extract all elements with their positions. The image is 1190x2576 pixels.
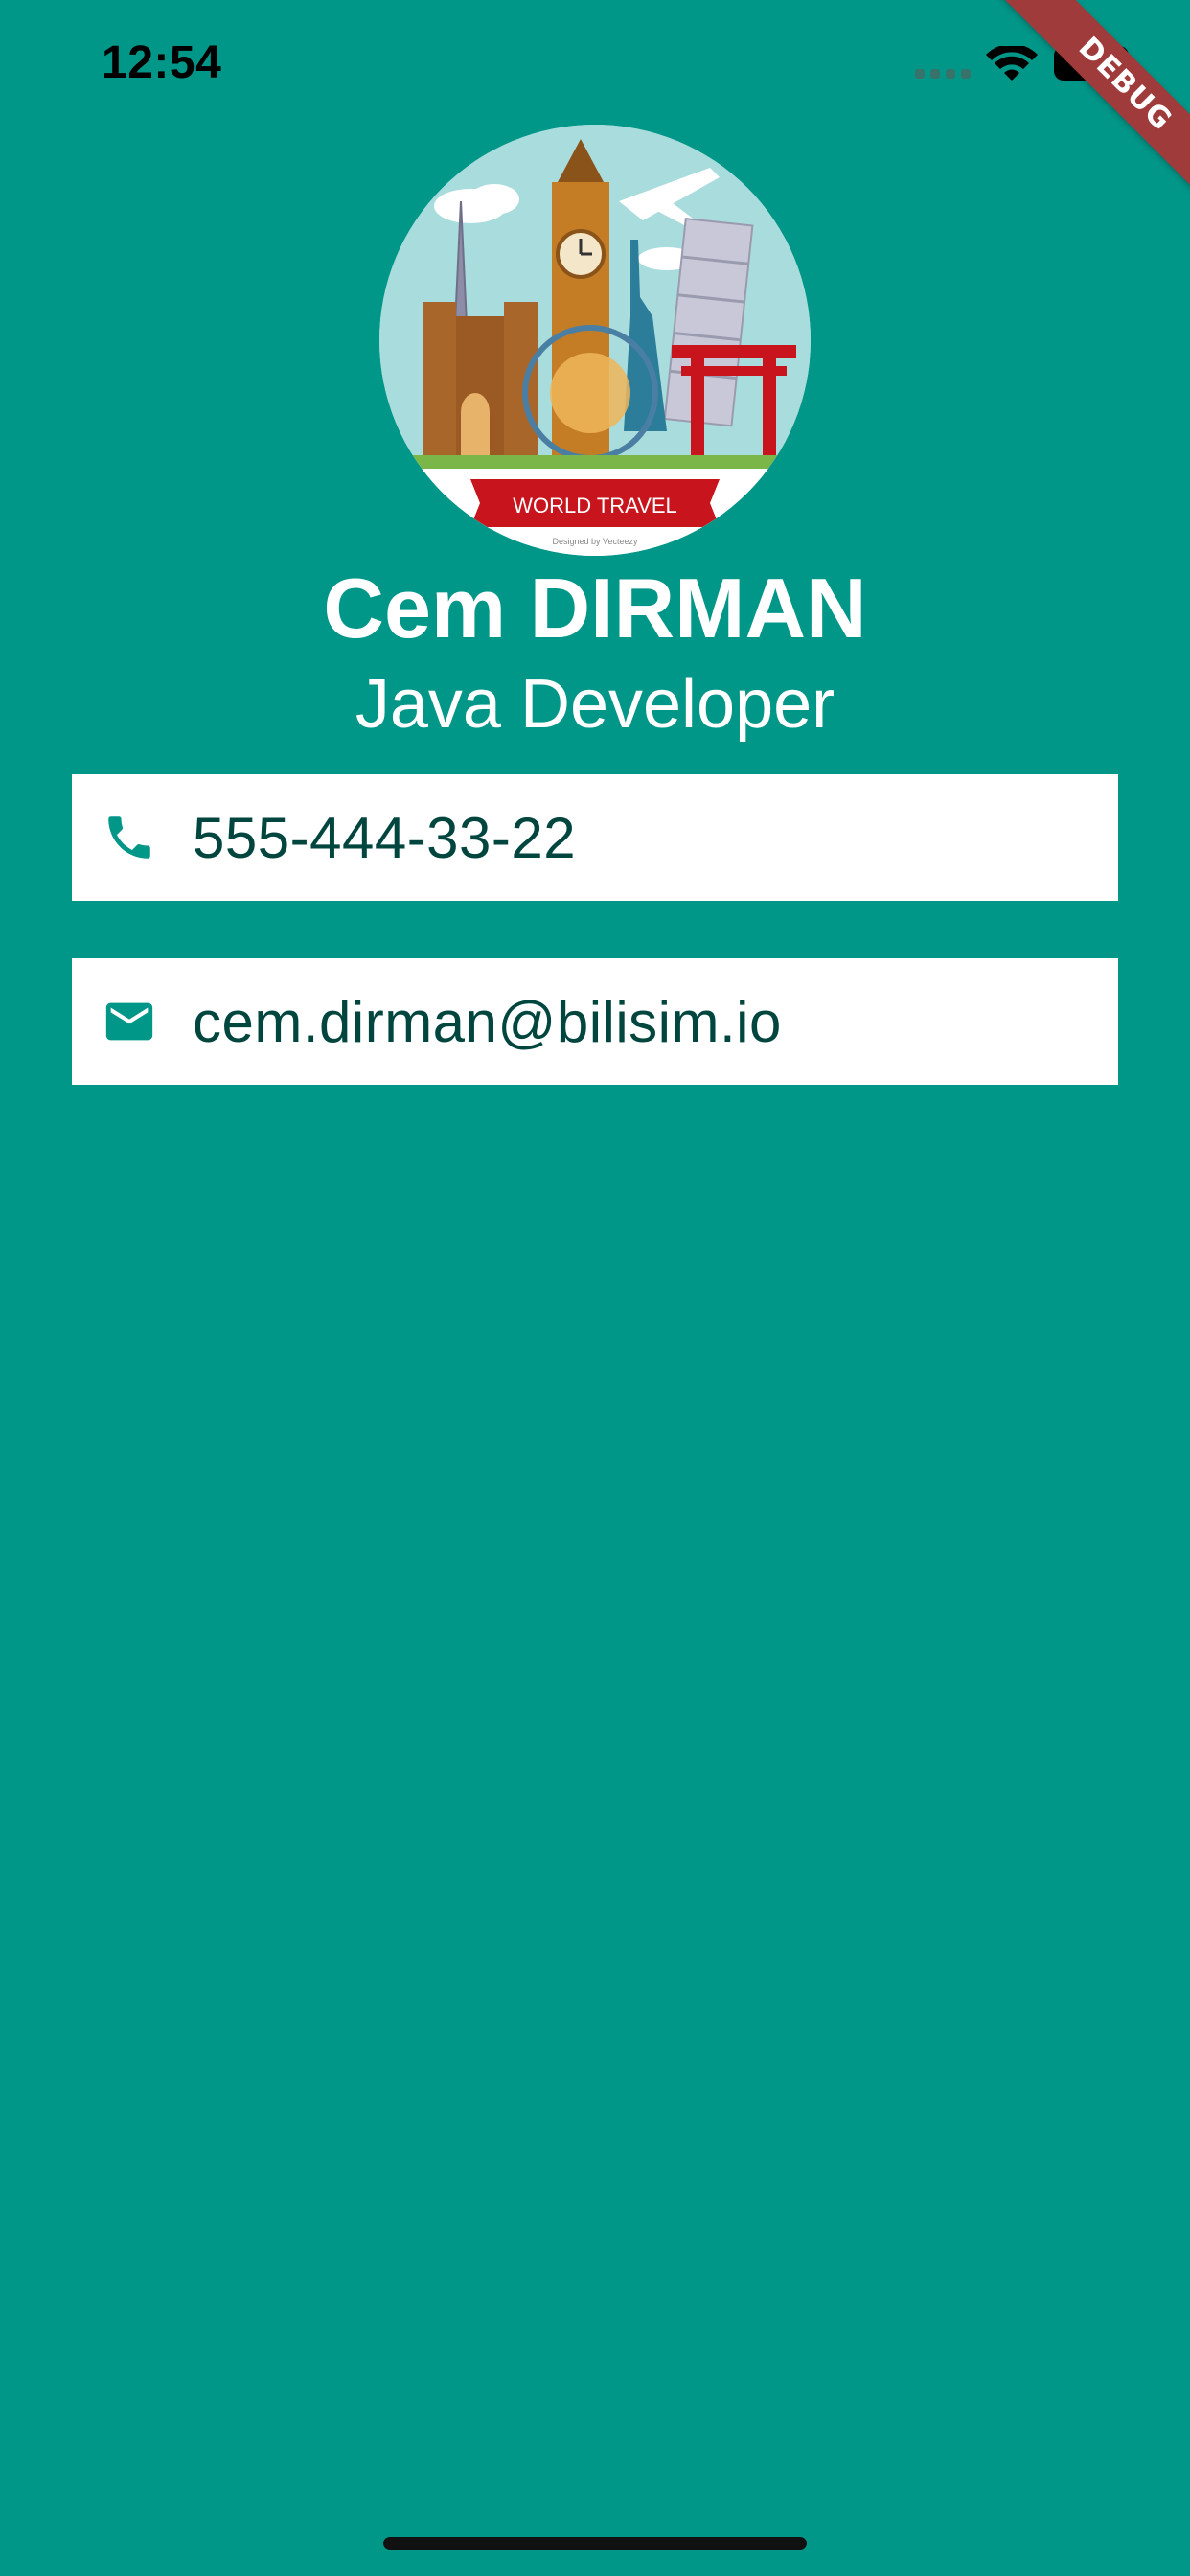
avatar: WORLD TRAVEL Designed by Vecteezy [379, 125, 811, 556]
home-indicator[interactable] [383, 2537, 807, 2550]
mail-icon [101, 993, 158, 1050]
profile-title: Java Developer [355, 666, 835, 743]
email-address: cem.dirman@bilisim.io [193, 989, 782, 1054]
world-travel-banner: WORLD TRAVEL [513, 494, 677, 518]
phone-number: 555-444-33-22 [193, 805, 577, 870]
phone-card[interactable]: 555-444-33-22 [72, 774, 1118, 901]
wifi-icon [986, 46, 1038, 80]
phone-icon [101, 809, 158, 866]
profile-name: Cem DIRMAN [323, 561, 867, 656]
cellular-signal-icon [915, 69, 971, 79]
debug-banner: DEBUG [998, 0, 1190, 211]
email-card[interactable]: cem.dirman@bilisim.io [72, 958, 1118, 1085]
illustration-credit: Designed by Vecteezy [552, 537, 638, 546]
status-time: 12:54 [102, 37, 222, 88]
world-travel-illustration: WORLD TRAVEL Designed by Vecteezy [379, 125, 811, 556]
